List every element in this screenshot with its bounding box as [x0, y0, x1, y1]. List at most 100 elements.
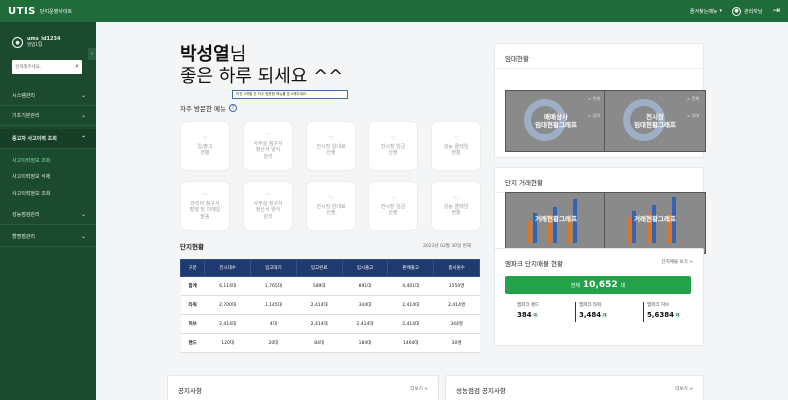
favorite-tile[interactable]: ☜ 입/출고 현황	[180, 121, 230, 171]
total-prefix: 전체	[570, 282, 580, 289]
submenu-accident-lookup-2[interactable]: 사고이력정보 조회	[0, 187, 96, 199]
total-value: 10,652	[582, 280, 618, 290]
chevron-down-icon: ▾	[719, 8, 723, 14]
submenu-label: 사고이력정보 조회	[12, 190, 51, 197]
favorite-tile[interactable]: ☜ 관리비 청구서 발행 및 이메일 발송	[180, 181, 230, 231]
stat-unit: 대	[602, 312, 608, 318]
inspection-notice-more-link[interactable]: 더보기 >	[675, 386, 693, 392]
empark-card: 엠파크 단지매물 현황 단지매물 보기 > 전체 10,652 대 엠파크 랜드…	[494, 248, 704, 346]
card-divider	[495, 68, 703, 69]
menu-label: 성능점검관리	[12, 212, 40, 218]
chart-bar	[553, 207, 557, 243]
table-cell: 타워	[180, 295, 205, 315]
table-cell: 2,414명	[433, 295, 480, 315]
stat-hub: 엠파크 허브 5,6384 대	[647, 302, 681, 319]
user-role: 영업1팀	[27, 43, 43, 48]
lease-card: 임대현황 = 전체 = 임대 매매상사 임대현황그래프 = 전체 = 임대 전시…	[494, 43, 706, 158]
menu-icon: ☜	[264, 131, 272, 139]
table-cell: 허브	[180, 314, 205, 334]
stat-value: 5,6384	[647, 311, 675, 319]
favorite-tile[interactable]: ☜ 전시장 임금 산출	[368, 181, 418, 231]
name-suffix: 님	[229, 44, 247, 65]
chevron-down-icon: ⌄	[80, 92, 86, 99]
lease-chart-2: = 전체 = 임대 전시장 임대현황그래프	[604, 90, 706, 152]
menu-system[interactable]: 시스템관리 ⌄	[0, 86, 96, 106]
empark-link[interactable]: 단지매물 보기 >	[662, 259, 693, 265]
table-row: 합계 6,114대 1,765대 589대 891대 4,401대 1550명	[180, 276, 480, 296]
complex-table: 구분 전시대수 입고대기 입고완료 임시출고 판매출고 총사원수 합계 6,114대 1,765…	[179, 259, 480, 353]
chevron-down-icon: ⌄	[80, 112, 86, 119]
favorite-tile-label: 관리비 청구서 발행 및 이메일 발송	[189, 200, 221, 220]
favorite-tile[interactable]: ☜ 사무실 청구서 정산서 양식 관리	[243, 181, 293, 231]
site-logo[interactable]: UTIS 단지운영사이트	[8, 5, 72, 17]
logout-icon[interactable]: ⇥	[772, 6, 780, 16]
table-header: 구분	[179, 259, 206, 277]
menu-basic[interactable]: 기초기본관리 ⌄	[0, 106, 96, 126]
table-cell: 2,700대	[204, 295, 251, 315]
table-cell: 891대	[342, 276, 388, 296]
table-cell: 합계	[180, 276, 205, 296]
menu-accident-history[interactable]: 중고차 사고이력 조회 ⌃	[0, 129, 96, 149]
table-cell: 344명	[433, 314, 480, 334]
user-id: ums_id1234	[27, 36, 61, 42]
table-header: 입고완료	[295, 259, 343, 277]
submenu-accident-lookup[interactable]: 사고이력정보 조회	[0, 154, 96, 166]
stat-tower: 엠파크 타워 3,484 대	[579, 302, 608, 319]
inspection-notice-title: 성능점검 공지사항	[456, 387, 506, 395]
table-cell: 2,414대	[296, 314, 343, 334]
table-row: 타워 2,700대 1,145대 2,414대 344대 2,414대 2,414명	[180, 295, 480, 315]
sidebar-search-input[interactable]: 검색해주세요. ⌕	[12, 60, 82, 74]
chart-bar	[528, 221, 532, 243]
menu-icon: ☜	[201, 134, 209, 143]
favorite-tile-label: 전시장 임금 산출	[380, 203, 406, 217]
menu-discount[interactable]: 할명점관리 ⌄	[0, 227, 96, 247]
favorite-tile[interactable]: ☜ 전시장 임대료 산출	[306, 121, 356, 171]
lease-chart-1: = 전체 = 임대 매매상사 임대현황그래프	[505, 90, 607, 152]
menu-icon: ☜	[389, 194, 397, 203]
favorite-tile[interactable]: ☜ 사무실 청구서 정산서 양식 관리	[243, 121, 293, 171]
favorites-heading: 자주 방문한 메뉴 ?	[180, 103, 237, 113]
table-cell: 1,765대	[250, 276, 297, 296]
table-header: 총사원수	[433, 259, 480, 277]
favorite-tile-label: 사무실 청구서 정산서 양식 관리	[253, 200, 283, 220]
notice-more-link[interactable]: 더보기 >	[410, 386, 428, 392]
favorites-tooltip: 직전 3개월 간 자주 방문한 메뉴를 표시해주세요.	[232, 90, 348, 99]
table-row: 허브 2,414대 4대 2,414대 2,414대 2,414대 344명	[180, 314, 480, 334]
table-cell: 2,414대	[204, 314, 251, 334]
favorite-tile[interactable]: ☜ 성능 클레임 현황	[431, 121, 481, 171]
favorites-label: 즐겨찾는메뉴	[689, 8, 718, 15]
sidebar: ‹ ● ums_id1234 영업1팀 검색해주세요. ⌕ 시스템관리 ⌄ 기초기…	[0, 22, 96, 400]
table-cell: 30명	[433, 333, 480, 353]
stat-value: 3,484	[579, 311, 602, 319]
favorite-tile-label: 전시장 임대료 산출	[316, 203, 346, 217]
user-icon: ●	[732, 6, 742, 16]
menu-inspection[interactable]: 성능점검관리 ⌄	[0, 205, 96, 225]
favorite-tile[interactable]: ☜ 전시장 임금 산출	[368, 121, 418, 171]
table-cell: 2,414대	[387, 295, 434, 315]
chevron-down-icon: ⌄	[80, 211, 86, 218]
favorite-tile[interactable]: ☜ 전시장 임대료 산출	[306, 181, 356, 231]
legend-total: = 전체	[687, 96, 699, 101]
menu-icon: ☜	[201, 191, 209, 199]
user-menu[interactable]: ● 관리자님	[732, 6, 762, 16]
submenu-accident-delete[interactable]: 사고이력정보 삭제	[0, 170, 96, 182]
favorites-menu[interactable]: 즐겨찾는메뉴 ▾	[690, 8, 722, 15]
table-cell: 1464대	[387, 333, 434, 353]
table-cell: 20대	[250, 333, 297, 353]
favorite-tile[interactable]: ☜ 성능 클레임 현황	[431, 181, 481, 231]
search-placeholder: 검색해주세요.	[15, 65, 42, 70]
stat-label: 엠파크 랜드	[517, 303, 540, 308]
deals-chart-1-label: 거래현황그래프	[535, 215, 577, 223]
sidebar-collapse-button[interactable]: ‹	[88, 48, 96, 60]
help-icon[interactable]: ?	[229, 104, 237, 112]
table-header: 임시출고	[341, 259, 389, 277]
notice-title: 공지사항	[178, 387, 202, 395]
table-cell: 1,145대	[250, 295, 297, 315]
menu-icon: ☜	[327, 194, 335, 203]
search-icon[interactable]: ⌕	[75, 62, 79, 71]
stat-label: 엠파크 허브	[647, 303, 670, 308]
lease-chart-1-label: 매매상사 임대현황그래프	[535, 113, 577, 129]
logo-mark: UTIS	[8, 5, 36, 17]
menu-icon: ☜	[264, 191, 272, 199]
favorite-tile-label: 성능 클레임 현황	[443, 203, 469, 217]
